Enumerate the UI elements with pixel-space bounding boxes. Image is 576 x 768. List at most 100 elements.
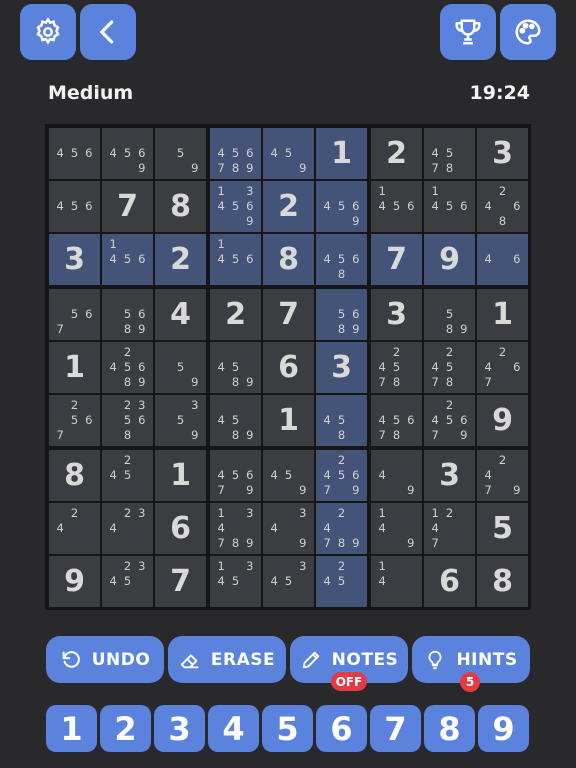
- sudoku-cell[interactable]: 456 78: [371, 395, 422, 446]
- sudoku-cell[interactable]: 24789: [316, 503, 367, 554]
- sudoku-cell[interactable]: 1 3 4789: [210, 503, 261, 554]
- sudoku-cell[interactable]: 7: [263, 289, 314, 340]
- sudoku-cell[interactable]: 4: [155, 289, 206, 340]
- sudoku-cell[interactable]: 8: [477, 556, 528, 607]
- sudoku-cell[interactable]: 589: [424, 289, 475, 340]
- sudoku-cell[interactable]: 59: [155, 342, 206, 393]
- sudoku-cell[interactable]: 6: [424, 556, 475, 607]
- sudoku-cell[interactable]: 245689: [102, 342, 153, 393]
- sudoku-cell[interactable]: 14 9: [371, 503, 422, 554]
- sudoku-cell[interactable]: 46: [477, 234, 528, 285]
- sudoku-cell[interactable]: 23568: [102, 395, 153, 446]
- sudoku-cell[interactable]: 1 3 45: [210, 556, 261, 607]
- sudoku-cell[interactable]: 3: [316, 342, 367, 393]
- sudoku-cell[interactable]: 24578: [424, 342, 475, 393]
- sudoku-cell[interactable]: 359: [155, 395, 206, 446]
- sudoku-cell[interactable]: 23 4: [102, 503, 153, 554]
- sudoku-cell[interactable]: 24 6 7: [477, 342, 528, 393]
- sudoku-cell[interactable]: 456: [49, 128, 100, 179]
- number-key-5[interactable]: 5: [262, 705, 313, 752]
- sudoku-cell[interactable]: 24 68: [477, 181, 528, 232]
- sudoku-cell[interactable]: 14: [371, 556, 422, 607]
- sudoku-cell[interactable]: 9: [424, 234, 475, 285]
- sudoku-cell[interactable]: 1: [155, 450, 206, 501]
- sudoku-cell[interactable]: 459: [263, 450, 314, 501]
- sudoku-cell[interactable]: 56 7: [49, 289, 100, 340]
- sudoku-cell[interactable]: 7: [371, 234, 422, 285]
- number-key-6[interactable]: 6: [316, 705, 367, 752]
- sudoku-cell[interactable]: 3: [477, 128, 528, 179]
- sudoku-cell[interactable]: 5689: [316, 289, 367, 340]
- sudoku-cell[interactable]: 9: [49, 556, 100, 607]
- number-key-7[interactable]: 7: [370, 705, 421, 752]
- note-digit: 4: [431, 145, 439, 160]
- trophy-button[interactable]: [440, 4, 496, 60]
- sudoku-cell[interactable]: 4569: [102, 128, 153, 179]
- sudoku-cell[interactable]: 8: [155, 181, 206, 232]
- sudoku-cell[interactable]: 2: [371, 128, 422, 179]
- note-digit: 5: [337, 251, 346, 266]
- sudoku-cell[interactable]: 245: [102, 450, 153, 501]
- sudoku-cell[interactable]: 456 789: [210, 128, 261, 179]
- sudoku-cell[interactable]: 458: [316, 395, 367, 446]
- sudoku-cell[interactable]: 1456: [102, 234, 153, 285]
- sudoku-cell[interactable]: 1456: [210, 234, 261, 285]
- sudoku-cell[interactable]: 2456 7 9: [316, 450, 367, 501]
- sudoku-cell[interactable]: 9: [477, 395, 528, 446]
- sudoku-cell[interactable]: 1: [263, 395, 314, 446]
- sudoku-cell[interactable]: 5689: [102, 289, 153, 340]
- sudoku-cell[interactable]: 49: [371, 450, 422, 501]
- sudoku-cell[interactable]: 59: [155, 128, 206, 179]
- sudoku-cell[interactable]: 8: [49, 450, 100, 501]
- sudoku-cell[interactable]: 456 7 9: [210, 450, 261, 501]
- number-key-2[interactable]: 2: [100, 705, 151, 752]
- sudoku-cell[interactable]: 8: [263, 234, 314, 285]
- sudoku-cell[interactable]: 1456: [371, 181, 422, 232]
- sudoku-cell[interactable]: 3: [371, 289, 422, 340]
- sudoku-cell[interactable]: 256 7: [49, 395, 100, 446]
- palette-button[interactable]: [500, 4, 556, 60]
- sudoku-cell[interactable]: 245: [316, 556, 367, 607]
- sudoku-cell[interactable]: 2: [155, 234, 206, 285]
- sudoku-cell[interactable]: 459: [263, 128, 314, 179]
- number-key-4[interactable]: 4: [208, 705, 259, 752]
- sudoku-cell[interactable]: 4568: [316, 234, 367, 285]
- sudoku-cell[interactable]: 6: [263, 342, 314, 393]
- note-digit: 9: [138, 321, 146, 336]
- sudoku-cell[interactable]: 2: [210, 289, 261, 340]
- sudoku-cell[interactable]: 3: [424, 450, 475, 501]
- sudoku-cell[interactable]: 3 45: [263, 556, 314, 607]
- undo-button[interactable]: UNDO: [46, 636, 164, 683]
- back-button[interactable]: [80, 4, 136, 60]
- sudoku-cell[interactable]: 5: [477, 503, 528, 554]
- sudoku-cell[interactable]: 3: [49, 234, 100, 285]
- sudoku-cell[interactable]: 456: [49, 181, 100, 232]
- number-key-1[interactable]: 1: [46, 705, 97, 752]
- sudoku-cell[interactable]: 23 45: [102, 556, 153, 607]
- sudoku-cell[interactable]: 6: [155, 503, 206, 554]
- sudoku-cell[interactable]: 7: [155, 556, 206, 607]
- sudoku-cell[interactable]: 4578: [424, 128, 475, 179]
- sudoku-cell[interactable]: 1: [316, 128, 367, 179]
- sudoku-cell[interactable]: 24: [49, 503, 100, 554]
- sudoku-cell[interactable]: 2456 7 9: [424, 395, 475, 446]
- erase-button[interactable]: ERASE: [168, 636, 286, 683]
- sudoku-cell[interactable]: 4589: [210, 395, 261, 446]
- sudoku-cell[interactable]: 4589: [210, 342, 261, 393]
- settings-button[interactable]: [20, 4, 76, 60]
- number-key-3[interactable]: 3: [154, 705, 205, 752]
- note-digit: [135, 131, 149, 146]
- sudoku-cell[interactable]: 3 4 9: [263, 503, 314, 554]
- number-key-8[interactable]: 8: [424, 705, 475, 752]
- sudoku-cell[interactable]: 7: [102, 181, 153, 232]
- sudoku-cell[interactable]: 2: [263, 181, 314, 232]
- sudoku-cell[interactable]: 1456: [424, 181, 475, 232]
- sudoku-cell[interactable]: 4569: [316, 181, 367, 232]
- number-key-9[interactable]: 9: [478, 705, 529, 752]
- sudoku-cell[interactable]: 247 9: [477, 450, 528, 501]
- sudoku-cell[interactable]: 1: [49, 342, 100, 393]
- sudoku-cell[interactable]: 1247: [424, 503, 475, 554]
- sudoku-cell[interactable]: 1: [477, 289, 528, 340]
- sudoku-cell[interactable]: 1 3 4569: [210, 181, 261, 232]
- sudoku-cell[interactable]: 24578: [371, 342, 422, 393]
